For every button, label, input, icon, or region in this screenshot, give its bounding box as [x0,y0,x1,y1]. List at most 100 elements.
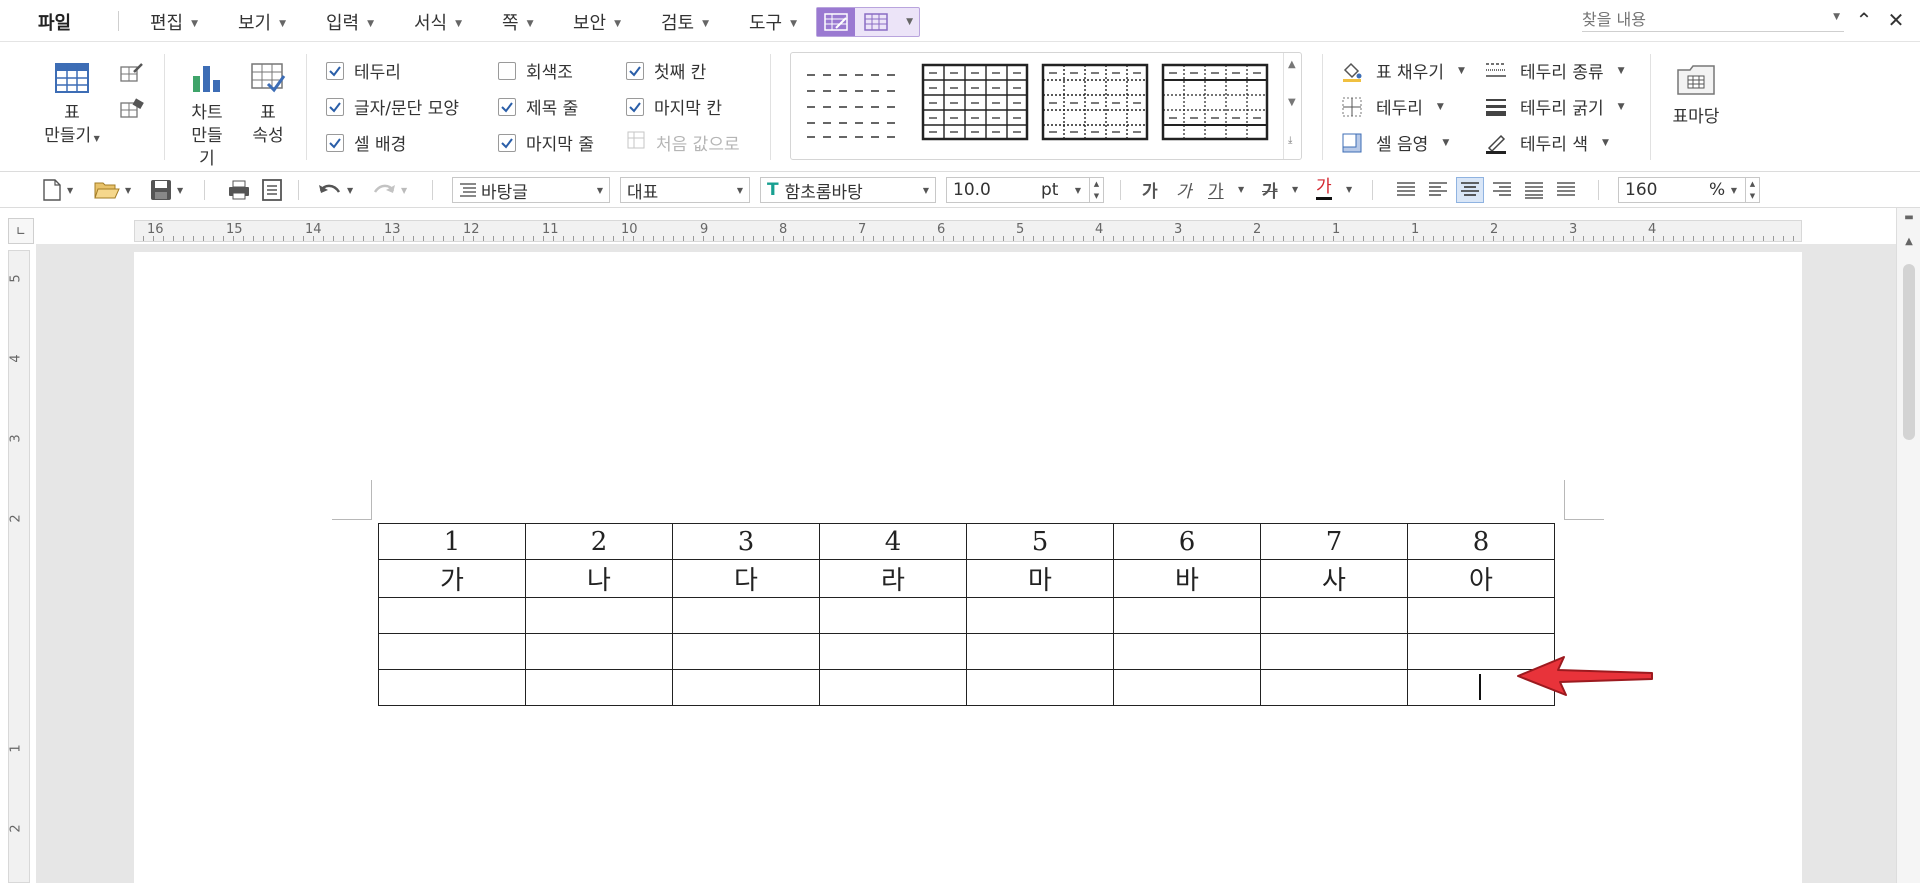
border-weight-button[interactable]: 테두리 굵기 ▼ [1484,94,1625,119]
scroll-down-icon[interactable]: ▼ [1288,97,1296,108]
align-justify-button[interactable] [1392,177,1420,203]
border-type-button[interactable]: 테두리 종류 ▼ [1484,58,1625,83]
table-cell[interactable] [672,597,820,634]
table-style-grid-1[interactable] [921,63,1029,143]
table-cell[interactable]: 3 [672,523,820,560]
align-left-button[interactable] [1424,177,1452,203]
menu-format[interactable]: 서식 ▼ [414,9,462,35]
font-size-stepper[interactable]: ▲ ▼ [1089,178,1103,202]
language-select[interactable]: 대표 ▼ [620,177,750,203]
search-input[interactable] [1582,8,1822,30]
first-col-checkbox[interactable]: 첫째 칸 [626,58,706,83]
table-cell[interactable]: 아 [1407,559,1555,598]
table-design-tab-icon[interactable] [817,8,855,36]
zoom-stepper[interactable]: ▲ ▼ [1745,178,1759,202]
scroll-up-icon[interactable]: ▲ [1288,59,1296,70]
table-cell[interactable] [525,669,673,706]
table-cell[interactable]: 다 [672,559,820,598]
last-row-checkbox[interactable]: 마지막 줄 [498,130,594,155]
document-page[interactable]: 12345678가나다라마바사아 [134,252,1802,883]
table-cell[interactable]: 7 [1260,523,1408,560]
align-right-button[interactable] [1488,177,1516,203]
tab-type-selector[interactable]: ∟ [8,218,34,244]
reset-style-button[interactable]: 처음 값으로 [626,130,740,155]
menu-security[interactable]: 보안 ▼ [573,9,621,35]
gallery-expand-icon[interactable]: ⤓ [1288,135,1292,146]
table-eraser-icon[interactable] [120,98,144,125]
zoom-field[interactable]: 160 % ▼ ▲ ▼ [1618,177,1760,203]
table-cell[interactable] [1407,597,1555,634]
table-cell[interactable] [819,633,967,670]
cell-bg-checkbox[interactable]: 셀 배경 [326,130,406,155]
strikethrough-button[interactable]: 가 [1262,177,1278,202]
table-cell[interactable] [525,633,673,670]
table-cell[interactable]: 2 [525,523,673,560]
table-cell[interactable] [378,633,526,670]
font-color-button[interactable]: 가 [1316,177,1332,200]
scroll-up-icon[interactable]: ▲ [1901,236,1917,252]
table-cell[interactable] [1113,597,1261,634]
table-cell[interactable]: 바 [1113,559,1261,598]
save-button[interactable]: ▼ [150,178,183,202]
table-layout-tab-icon[interactable] [857,8,895,36]
table-cell[interactable]: 가 [378,559,526,598]
table-cell[interactable]: 4 [819,523,967,560]
table-properties-button[interactable]: 표 속성 [246,62,290,148]
italic-button[interactable]: 가 [1176,177,1192,202]
border-button[interactable]: 테두리 ▼ [1340,94,1444,119]
last-col-checkbox[interactable]: 마지막 칸 [626,94,722,119]
table-cell[interactable]: 나 [525,559,673,598]
underline-button[interactable]: 가 [1208,177,1224,202]
table-cell[interactable] [819,597,967,634]
border-checkbox[interactable]: 테두리 [326,58,401,83]
table-cell[interactable]: 라 [819,559,967,598]
font-select[interactable]: T 함초롬바탕 ▼ [760,177,936,203]
chevron-down-icon[interactable]: ▼ [1346,185,1352,194]
grayscale-checkbox[interactable]: 회색조 [498,58,573,83]
table-cell[interactable]: 사 [1260,559,1408,598]
table-cell[interactable] [525,597,673,634]
menu-view[interactable]: 보기 ▼ [238,9,286,35]
bold-button[interactable]: 가 [1142,177,1158,202]
gallery-scrollbar[interactable]: ▲ ▼ ⤓ [1283,53,1301,159]
table-cell[interactable]: 1 [378,523,526,560]
table-cell[interactable] [966,633,1114,670]
table-cell[interactable] [378,669,526,706]
table-fill-button[interactable]: 표 채우기 ▼ [1340,58,1465,83]
align-distribute-button[interactable] [1520,177,1548,203]
print-preview-button[interactable] [262,178,282,202]
char-para-checkbox[interactable]: 글자/문단 모양 [326,94,459,119]
chevron-down-icon[interactable]: ▼ [1238,185,1244,194]
align-divide-button[interactable] [1552,177,1580,203]
table-style-grid-3[interactable] [1161,63,1269,143]
document-table[interactable]: 12345678가나다라마바사아 [378,523,1555,706]
chevron-down-icon[interactable]: ▼ [1292,185,1298,194]
title-row-checkbox[interactable]: 제목 줄 [498,94,578,119]
table-style-button[interactable]: 표마당 [1668,62,1724,129]
menu-review[interactable]: 검토 ▼ [661,9,709,35]
close-icon[interactable]: ✕ [1884,8,1908,32]
menu-tools[interactable]: 도구 ▼ [749,9,797,35]
redo-button[interactable]: ▼ [372,178,407,202]
table-cell[interactable]: 6 [1113,523,1261,560]
table-cell[interactable] [819,669,967,706]
table-edit-icon[interactable] [120,62,144,89]
table-cell[interactable] [1260,633,1408,670]
chevron-down-icon[interactable]: ▼ [1833,12,1840,22]
menu-insert[interactable]: 입력 ▼ [326,9,374,35]
new-document-button[interactable]: ▼ [42,178,73,202]
undo-button[interactable]: ▼ [318,178,353,202]
menu-page[interactable]: 쪽 ▼ [502,9,533,35]
vertical-scrollbar[interactable]: ▬ ▲ [1896,208,1920,883]
table-cell[interactable] [672,633,820,670]
paragraph-style-select[interactable]: 바탕글 ▼ [452,177,610,203]
table-cell[interactable]: 5 [966,523,1114,560]
scrollbar-thumb[interactable] [1903,264,1915,440]
border-color-button[interactable]: 테두리 색 ▼ [1484,130,1609,155]
table-cell[interactable] [966,597,1114,634]
font-size-field[interactable]: 10.0 pt ▼ ▲ ▼ [946,177,1104,203]
table-make-button[interactable]: 표 만들기 ▼ [44,62,100,150]
table-cell[interactable] [1260,669,1408,706]
table-cell[interactable] [1260,597,1408,634]
table-style-dashed[interactable] [801,63,909,143]
